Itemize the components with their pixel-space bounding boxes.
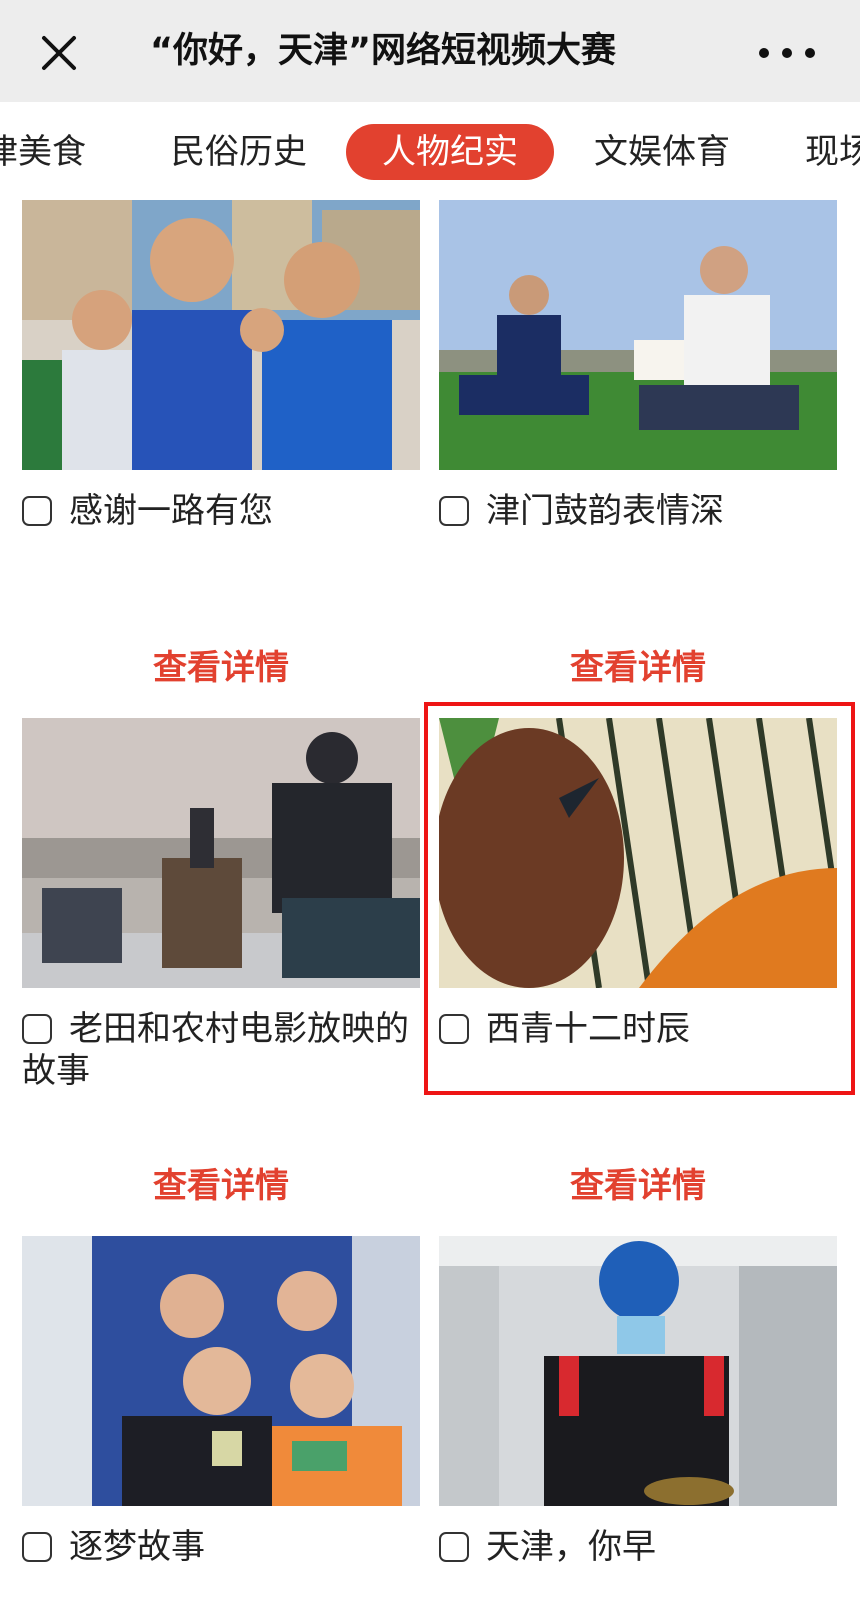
video-thumbnail[interactable] [22,1236,420,1506]
tab-documentary[interactable]: 人物纪实 [346,124,554,180]
video-thumbnail[interactable] [439,200,837,470]
view-details-link[interactable]: 查看详情 [439,1158,837,1207]
page-title: “你好，天津”网络短视频大赛 [150,31,617,71]
category-tabs: 津美食 民俗历史 人物纪实 文娱体育 现场 [0,102,860,198]
view-details-link[interactable]: 查看详情 [22,640,420,689]
video-title: 西青十二时辰 [486,1009,690,1049]
more-icon[interactable] [752,38,822,68]
tab-entertainment-sports[interactable]: 文娱体育 [594,124,730,180]
video-thumbnail[interactable] [22,200,420,470]
tab-folk-history[interactable]: 民俗历史 [171,124,307,180]
video-thumbnail[interactable] [22,718,420,988]
view-details-link[interactable]: 查看详情 [439,640,837,689]
video-thumbnail[interactable] [439,718,837,988]
close-icon[interactable] [36,30,82,76]
video-title: 感谢一路有您 [69,491,273,531]
top-bar: “你好，天津”网络短视频大赛 [0,0,860,103]
view-details-link[interactable]: 查看详情 [22,1158,420,1207]
video-thumbnail[interactable] [439,1236,837,1506]
video-title: 逐梦故事 [69,1527,205,1567]
video-title: 天津，你早 [486,1527,656,1567]
tab-scene[interactable]: 现场 [805,124,860,180]
video-title: 津门鼓韵表情深 [486,491,724,531]
video-title: 老田和农村电影放映的故事 [22,1009,409,1091]
tab-food[interactable]: 津美食 [0,124,86,180]
